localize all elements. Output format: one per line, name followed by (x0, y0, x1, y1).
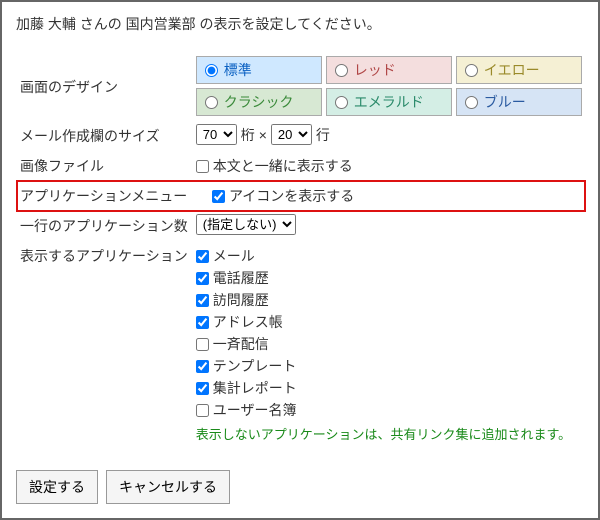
app-checkbox-row: 集計レポート (196, 378, 582, 398)
label-image-file: 画像ファイル (16, 150, 192, 182)
app-checkbox[interactable] (196, 360, 209, 373)
radio-emerald[interactable] (335, 96, 348, 109)
design-option-label: 標準 (224, 60, 252, 80)
app-checkbox[interactable] (196, 338, 209, 351)
design-option-grid: 標準 レッド イエロー クラシック (196, 56, 582, 116)
app-checkbox[interactable] (196, 382, 209, 395)
mail-rows-select[interactable]: 20 (271, 124, 312, 145)
radio-blue[interactable] (465, 96, 478, 109)
app-checkbox[interactable] (196, 316, 209, 329)
app-checkbox-row: 訪問履歴 (196, 290, 582, 310)
prompt-text: 加藤 大輔 さんの 国内営業部 の表示を設定してください。 (16, 14, 584, 34)
app-checkbox-label: テンプレート (213, 356, 297, 376)
radio-classic[interactable] (205, 96, 218, 109)
app-checkbox[interactable] (196, 250, 209, 263)
design-option-label: クラシック (224, 92, 294, 112)
app-checkbox[interactable] (196, 404, 209, 417)
radio-red[interactable] (335, 64, 348, 77)
design-option-classic[interactable]: クラシック (196, 88, 322, 116)
app-checkbox-label: メール (213, 246, 255, 266)
image-file-label: 本文と一緒に表示する (213, 156, 353, 176)
label-app-menu: アプリケーションメニュー (18, 186, 212, 206)
app-checkbox-row: テンプレート (196, 356, 582, 376)
mail-sep: × (259, 127, 267, 143)
settings-panel: 加藤 大輔 さんの 国内営業部 の表示を設定してください。 画面のデザイン 標準… (0, 0, 600, 520)
mail-cols-unit: 桁 (241, 125, 255, 145)
app-checkbox-label: アドレス帳 (213, 312, 283, 332)
app-checkbox-row: 一斉配信 (196, 334, 582, 354)
app-menu-row-highlight: アプリケーションメニュー アイコンを表示する (16, 180, 586, 212)
app-checkbox-row: ユーザー名簿 (196, 400, 582, 420)
app-menu-label: アイコンを表示する (229, 186, 354, 206)
cancel-button[interactable]: キャンセルする (106, 470, 230, 504)
radio-yellow[interactable] (465, 64, 478, 77)
app-checkbox-row: 電話履歴 (196, 268, 582, 288)
design-option-label: レッド (354, 60, 396, 80)
app-checkbox-label: 訪問履歴 (213, 290, 269, 310)
design-option-blue[interactable]: ブルー (456, 88, 582, 116)
mail-cols-select[interactable]: 70 (196, 124, 237, 145)
apps-to-show-list: メール電話履歴訪問履歴アドレス帳一斉配信テンプレート集計レポートユーザー名簿 (196, 246, 582, 420)
app-checkbox-label: ユーザー名簿 (213, 400, 297, 420)
design-option-red[interactable]: レッド (326, 56, 452, 84)
button-bar: 設定する キャンセルする (16, 470, 230, 504)
apps-to-show-note: 表示しないアプリケーションは、共有リンク集に追加されます。 (196, 424, 582, 443)
mail-rows-unit: 行 (316, 125, 330, 145)
design-option-label: エメラルド (354, 92, 424, 112)
design-option-label: イエロー (484, 60, 540, 80)
label-apps-per-row: 一行のアプリケーション数 (16, 210, 192, 240)
radio-standard[interactable] (205, 64, 218, 77)
image-file-checkbox[interactable] (196, 160, 209, 173)
submit-button[interactable]: 設定する (16, 470, 98, 504)
form-table: 画面のデザイン 標準 レッド イエロー (16, 52, 586, 447)
app-checkbox-label: 電話履歴 (213, 268, 269, 288)
design-option-label: ブルー (484, 92, 526, 112)
app-checkbox-label: 集計レポート (213, 378, 297, 398)
design-option-yellow[interactable]: イエロー (456, 56, 582, 84)
design-option-emerald[interactable]: エメラルド (326, 88, 452, 116)
app-checkbox[interactable] (196, 272, 209, 285)
app-checkbox-label: 一斉配信 (213, 334, 269, 354)
label-design: 画面のデザイン (16, 52, 192, 120)
apps-per-row-select[interactable]: (指定しない) (196, 214, 296, 235)
label-apps-to-show: 表示するアプリケーション (16, 240, 192, 447)
app-checkbox[interactable] (196, 294, 209, 307)
app-checkbox-row: アドレス帳 (196, 312, 582, 332)
label-mail-size: メール作成欄のサイズ (16, 120, 192, 150)
design-option-standard[interactable]: 標準 (196, 56, 322, 84)
app-checkbox-row: メール (196, 246, 582, 266)
app-menu-checkbox[interactable] (212, 190, 225, 203)
